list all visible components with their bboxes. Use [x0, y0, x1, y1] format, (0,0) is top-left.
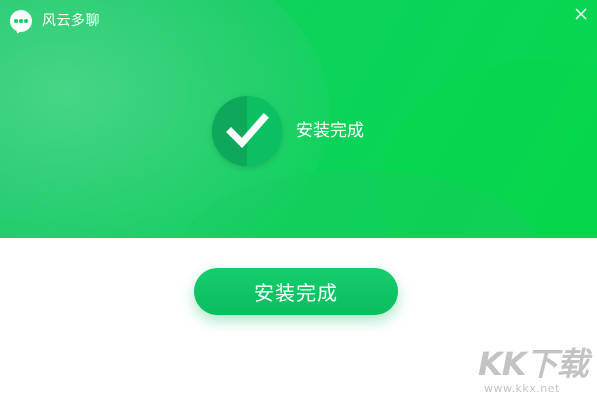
close-icon — [575, 8, 587, 20]
status-label: 安装完成 — [296, 121, 364, 141]
watermark-logo: KK下载 — [478, 345, 589, 383]
watermark-url: www.kkx.net — [484, 382, 560, 395]
finish-button[interactable]: 安装完成 — [194, 268, 398, 315]
header-banner: 风云多聊 安装完成 — [0, 0, 597, 238]
checkmark-icon — [212, 96, 282, 166]
installer-window: 风云多聊 安装完成 安装完成 KK下载 www.kkx.net — [0, 0, 597, 400]
install-status: 安装完成 — [212, 96, 364, 166]
chat-bubble-icon — [10, 10, 32, 32]
watermark: KK下载 www.kkx.net — [478, 344, 596, 400]
close-button[interactable] — [569, 4, 593, 24]
window-title: 风云多聊 — [42, 13, 100, 29]
